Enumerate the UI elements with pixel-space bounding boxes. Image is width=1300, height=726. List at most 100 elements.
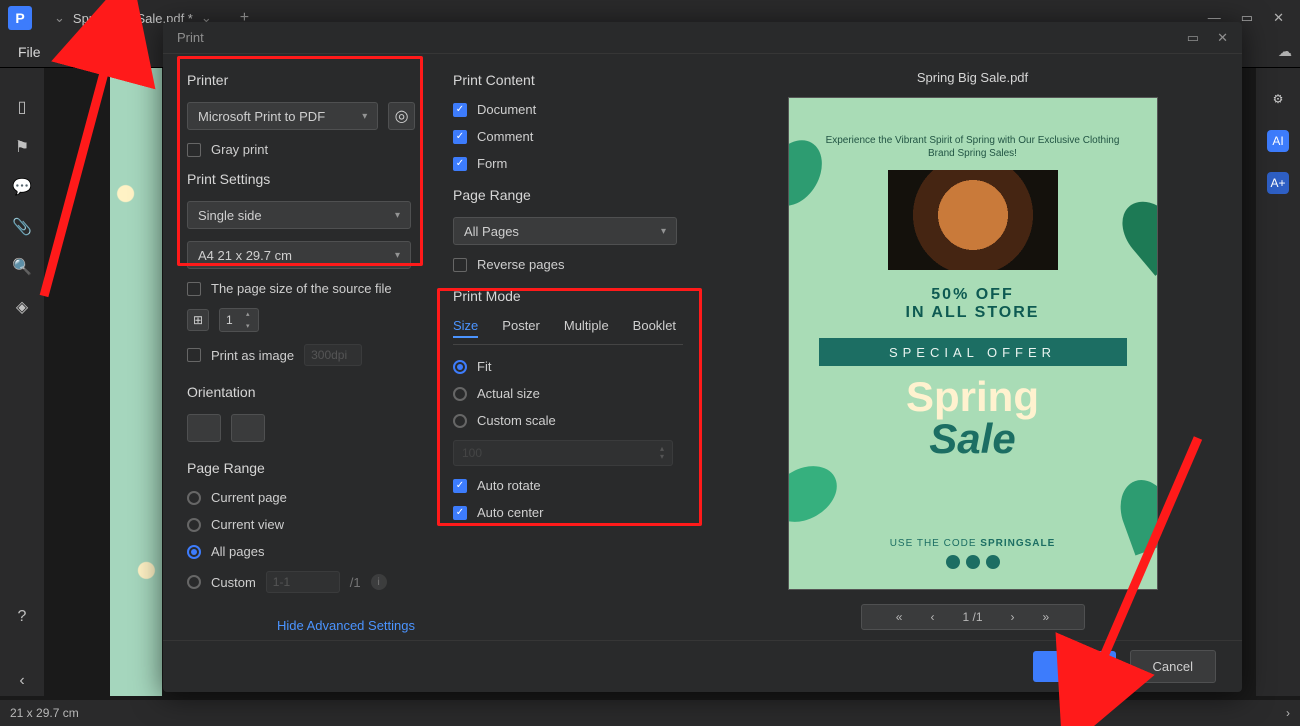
actual-size-radio[interactable] xyxy=(453,387,467,401)
maximize-button[interactable]: ▭ xyxy=(1241,10,1253,26)
paper-size-select[interactable]: A4 21 x 29.7 cm▾ xyxy=(187,241,411,269)
preview-spring: Spring xyxy=(906,376,1039,418)
info-icon: i xyxy=(371,574,387,590)
orientation-heading: Orientation xyxy=(187,384,415,400)
pager-prev-icon[interactable]: ‹ xyxy=(930,610,934,624)
page-size-label: 21 x 29.7 cm xyxy=(10,706,79,720)
form-checkbox[interactable] xyxy=(453,157,467,171)
chevron-down-icon: ▾ xyxy=(661,226,666,237)
range-all-pages-radio[interactable] xyxy=(187,545,201,559)
comment-icon[interactable]: 💬 xyxy=(13,178,31,196)
print-mode-heading: Print Mode xyxy=(453,288,683,304)
save-icon[interactable]: ▢ xyxy=(83,43,96,60)
pager-next-icon[interactable]: › xyxy=(1011,610,1015,624)
preview-sale: Sale xyxy=(929,418,1015,460)
chevron-down-icon: ▾ xyxy=(395,210,400,221)
ai-icon[interactable]: AI xyxy=(1267,130,1289,152)
scale-input[interactable]: 100 ▴▾ xyxy=(453,440,673,466)
dialog-footer: Print Cancel xyxy=(163,640,1242,692)
source-size-checkbox[interactable] xyxy=(187,282,201,296)
range-custom-radio[interactable] xyxy=(187,575,201,589)
print-icon[interactable]: ⎙ xyxy=(110,43,121,60)
search-icon[interactable]: 🔍 xyxy=(13,258,31,276)
chevron-right-icon[interactable]: › xyxy=(1286,706,1290,720)
chevron-down-icon: ▾ xyxy=(395,250,400,261)
tab-poster[interactable]: Poster xyxy=(502,318,540,338)
help-icon[interactable]: ? xyxy=(13,608,31,626)
orientation-landscape[interactable] xyxy=(231,414,265,442)
chevron-down-icon: ▾ xyxy=(362,111,367,122)
tab-size[interactable]: Size xyxy=(453,318,478,338)
preview-code: USE THE CODE SPRINGSALE xyxy=(890,538,1056,549)
left-rail: ▯ ⚑ 💬 📎 🔍 ◈ ? ‹ xyxy=(0,68,44,696)
cloud-icon[interactable]: ☁ xyxy=(1278,43,1292,60)
auto-center-checkbox[interactable] xyxy=(453,506,467,520)
chevron-down-icon: ⌄ xyxy=(54,10,65,26)
preview-tagline: Experience the Vibrant Spirit of Spring … xyxy=(819,134,1127,160)
page-range-select[interactable]: All Pages▾ xyxy=(453,217,677,245)
layers-icon[interactable]: ◈ xyxy=(13,298,31,316)
page-range-heading-mid: Page Range xyxy=(453,187,683,203)
pager-first-icon[interactable]: « xyxy=(896,610,903,624)
reverse-pages-checkbox[interactable] xyxy=(453,258,467,272)
pager-current: 1 /1 xyxy=(962,610,982,624)
preview-hero-image xyxy=(888,170,1058,270)
cancel-button[interactable]: Cancel xyxy=(1130,650,1216,683)
preview-banner: SPECIAL OFFER xyxy=(819,338,1127,366)
sliders-icon[interactable]: ⚙ xyxy=(1267,88,1289,110)
copies-icon: ⊞ xyxy=(187,309,209,331)
copies-stepper[interactable]: 1 ▴▾ xyxy=(219,308,259,332)
preview-discount-1: 50% OFF xyxy=(931,286,1013,304)
print-settings-mid: Print Content Document Comment Form Page… xyxy=(435,54,703,640)
ai-plus-icon[interactable]: A+ xyxy=(1267,172,1289,194)
print-preview-panel: Spring Big Sale.pdf Experience the Vibra… xyxy=(703,54,1242,640)
page-icon[interactable]: ▯ xyxy=(13,98,31,116)
preview-discount-2: IN ALL STORE xyxy=(906,304,1040,322)
range-custom-input[interactable]: 1-1 xyxy=(266,571,340,593)
advanced-settings-link[interactable]: Hide Advanced Settings xyxy=(277,618,415,633)
file-menu[interactable]: File xyxy=(8,40,51,64)
document-checkbox[interactable] xyxy=(453,103,467,117)
print-settings-left: Printer Microsoft Print to PDF▾ ◎ Gray p… xyxy=(163,54,435,640)
custom-scale-radio[interactable] xyxy=(453,414,467,428)
print-as-image-checkbox[interactable] xyxy=(187,348,201,362)
print-content-heading: Print Content xyxy=(453,72,683,88)
print-button[interactable]: Print xyxy=(1033,651,1116,682)
dialog-maximize-icon[interactable]: ▭ xyxy=(1187,30,1199,46)
source-size-label: The page size of the source file xyxy=(211,281,392,296)
bookmark-icon[interactable]: ⚑ xyxy=(13,138,31,156)
attachment-icon[interactable]: 📎 xyxy=(13,218,31,236)
gray-print-checkbox[interactable] xyxy=(187,143,201,157)
print-mode-tabs: Size Poster Multiple Booklet xyxy=(453,318,683,345)
status-bar: 21 x 29.7 cm › xyxy=(0,700,1300,726)
fit-radio[interactable] xyxy=(453,360,467,374)
comment-checkbox[interactable] xyxy=(453,130,467,144)
app-logo: P xyxy=(8,6,32,30)
print-dialog: Print ▭ ✕ Printer Microsoft Print to PDF… xyxy=(163,22,1242,692)
printer-properties-button[interactable]: ◎ xyxy=(388,102,415,130)
printer-select[interactable]: Microsoft Print to PDF▾ xyxy=(187,102,378,130)
preview-title: Spring Big Sale.pdf xyxy=(917,70,1028,85)
preview-social-icons xyxy=(946,555,1000,569)
pager-last-icon[interactable]: » xyxy=(1043,610,1050,624)
preview-pager: « ‹ 1 /1 › » xyxy=(861,604,1085,630)
undo-icon[interactable]: ↶ xyxy=(135,43,147,60)
tab-multiple[interactable]: Multiple xyxy=(564,318,609,338)
document-background xyxy=(110,68,162,696)
chevron-left-icon[interactable]: ‹ xyxy=(13,672,31,690)
orientation-portrait[interactable] xyxy=(187,414,221,442)
sides-select[interactable]: Single side▾ xyxy=(187,201,411,229)
dialog-title: Print xyxy=(177,30,204,45)
dialog-header: Print ▭ ✕ xyxy=(163,22,1242,54)
right-rail: ⚙ AI A+ xyxy=(1256,68,1300,696)
auto-rotate-checkbox[interactable] xyxy=(453,479,467,493)
dialog-close-icon[interactable]: ✕ xyxy=(1217,30,1228,46)
range-current-page-radio[interactable] xyxy=(187,491,201,505)
range-current-view-radio[interactable] xyxy=(187,518,201,532)
page-range-heading-left: Page Range xyxy=(187,460,415,476)
dpi-input: 300dpi xyxy=(304,344,362,366)
close-window-button[interactable]: ✕ xyxy=(1273,10,1284,26)
print-as-image-label: Print as image xyxy=(211,348,294,363)
tab-booklet[interactable]: Booklet xyxy=(633,318,676,338)
print-settings-heading: Print Settings xyxy=(187,171,415,187)
